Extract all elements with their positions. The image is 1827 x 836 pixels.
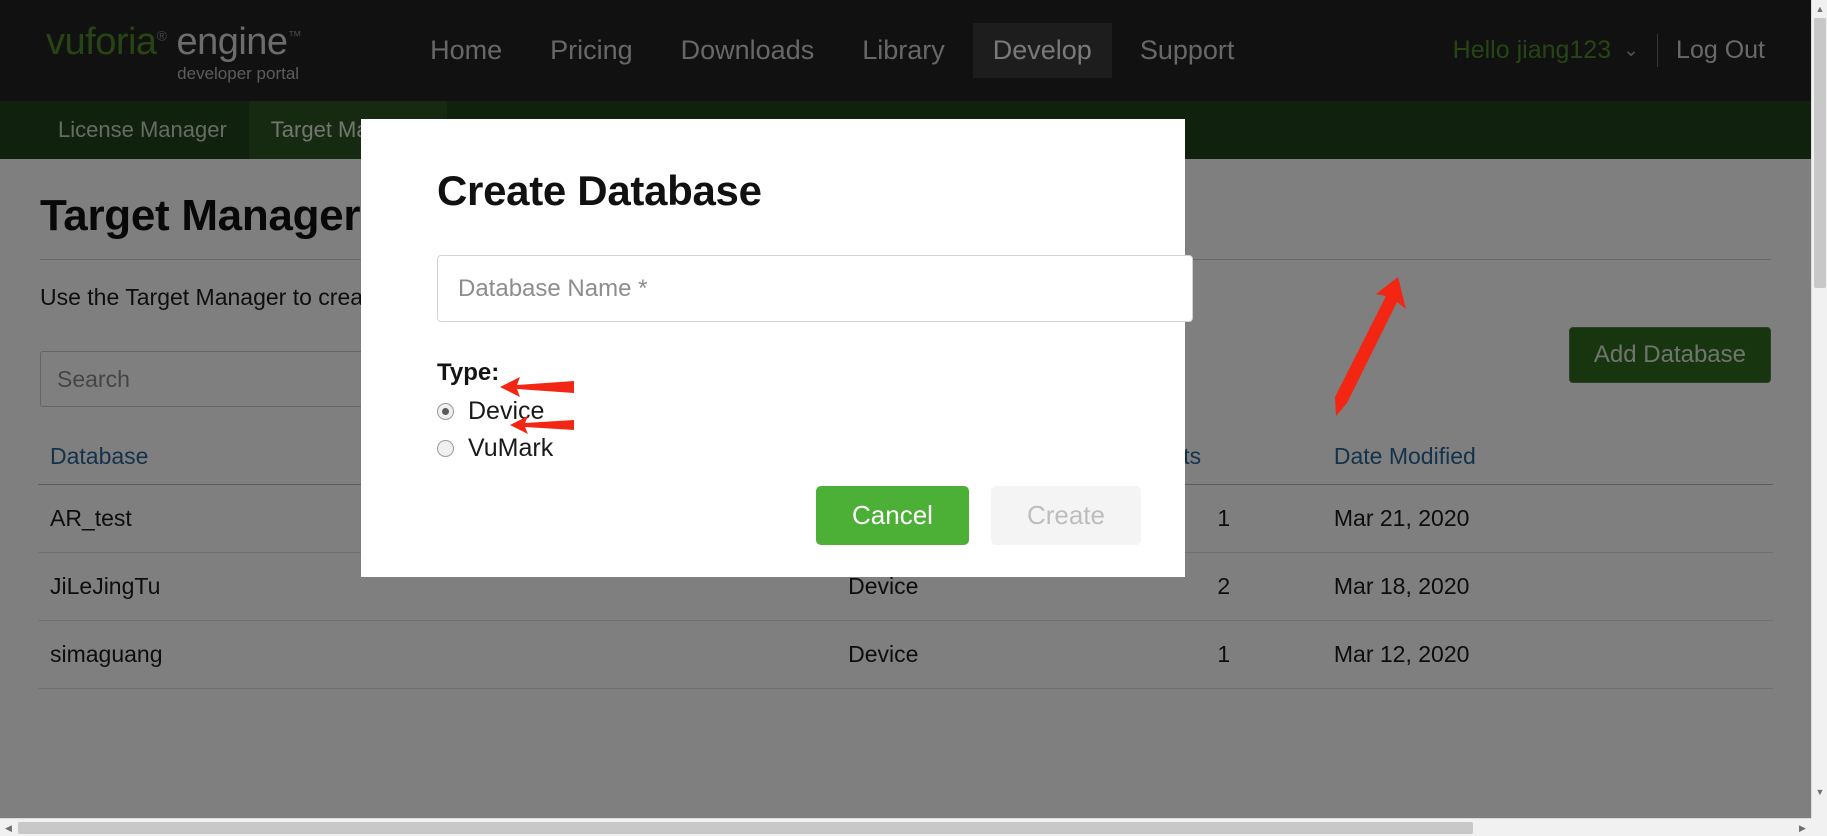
scrollbar-corner [1811,818,1827,836]
scroll-up-arrow-icon[interactable]: ▲ [1812,0,1827,17]
vertical-scrollbar[interactable]: ▲ ▼ [1811,0,1827,818]
create-database-dialog: Create Database Type: Device VuMark Canc… [361,119,1193,577]
radio-label-vumark: VuMark [468,434,554,462]
horizontal-scrollbar[interactable]: ◀ ▶ [0,818,1827,836]
radio-label-device: Device [468,397,545,425]
create-button: Create [990,486,1141,545]
dialog-action-bar: Cancel Create [816,486,1141,545]
radio-button-device-icon[interactable] [437,403,454,420]
scroll-left-arrow-icon[interactable]: ◀ [0,819,17,836]
browser-viewport: vuforia® engine™ developer portal Home P… [0,0,1827,836]
radio-option-device[interactable]: Device [437,395,1141,428]
horizontal-scrollbar-thumb[interactable] [18,822,1473,834]
scroll-down-arrow-icon[interactable]: ▼ [1812,783,1827,800]
type-label: Type: [437,359,500,386]
vertical-scrollbar-thumb[interactable] [1814,18,1826,288]
cancel-button[interactable]: Cancel [816,486,969,545]
radio-button-vumark-icon[interactable] [437,440,454,457]
radio-option-vumark[interactable]: VuMark [437,432,1141,465]
scroll-right-arrow-icon[interactable]: ▶ [1794,819,1811,836]
dialog-title: Create Database [437,167,762,214]
database-name-input[interactable] [437,255,1193,322]
